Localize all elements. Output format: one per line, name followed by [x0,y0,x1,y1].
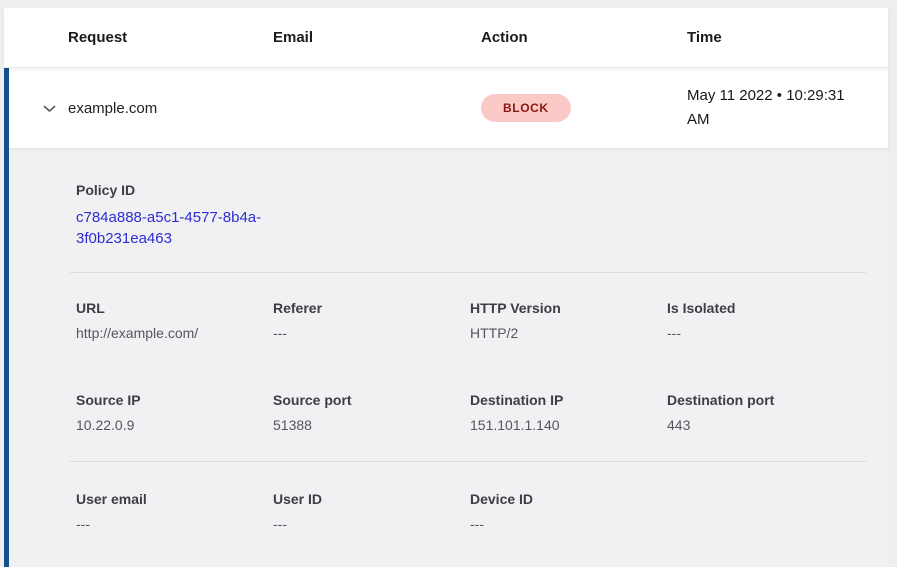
column-header-email: Email [273,29,481,46]
source-ip-field: Source IP 10.22.0.9 [76,392,273,433]
table-row[interactable]: example.com BLOCK May 11 2022 • 10:29:31… [9,68,888,148]
field-value: http://example.com/ [76,325,273,341]
column-header-action: Action [481,29,687,46]
field-value: --- [273,325,470,341]
chevron-down-icon [41,100,58,117]
field-value: 51388 [273,417,470,433]
collapse-toggle[interactable] [9,100,68,117]
field-label: URL [76,300,273,316]
row-request-value: example.com [68,100,273,117]
field-value: --- [273,516,470,532]
details-grid-row-2: Source IP 10.22.0.9 Source port 51388 De… [76,392,866,433]
table-header: Request Email Action Time [4,8,888,68]
field-value: 10.22.0.9 [76,417,273,433]
field-label: Source IP [76,392,273,408]
http-version-field: HTTP Version HTTP/2 [470,300,667,341]
field-value: --- [76,516,273,532]
field-label: User ID [273,491,470,507]
details-grid-row-3: User email --- User ID --- Device ID --- [76,491,866,532]
user-id-field: User ID --- [273,491,470,532]
field-value: --- [667,325,866,341]
field-value: --- [470,516,667,532]
destination-ip-field: Destination IP 151.101.1.140 [470,392,667,433]
block-status-badge: BLOCK [481,94,571,122]
log-table-card: Request Email Action Time example.com BL… [4,8,888,567]
destination-port-field: Destination port 443 [667,392,866,433]
field-label: HTTP Version [470,300,667,316]
source-port-field: Source port 51388 [273,392,470,433]
expanded-row-container: example.com BLOCK May 11 2022 • 10:29:31… [4,68,888,567]
field-label: Device ID [470,491,667,507]
section-divider [70,461,866,462]
device-id-field: Device ID --- [470,491,667,532]
policy-id-label: Policy ID [76,182,866,198]
policy-id-field: Policy ID c784a888-a5c1-4577-8b4a-3f0b23… [76,182,866,249]
referer-field: Referer --- [273,300,470,341]
is-isolated-field: Is Isolated --- [667,300,866,341]
empty-cell [667,491,866,532]
row-action-cell: BLOCK [481,94,687,122]
column-header-request: Request [68,29,273,46]
field-label: Destination port [667,392,866,408]
details-grid-row-1: URL http://example.com/ Referer --- HTTP… [76,300,866,341]
field-label: Is Isolated [667,300,866,316]
user-email-field: User email --- [76,491,273,532]
section-divider [70,272,866,273]
field-label: Destination IP [470,392,667,408]
field-value: 151.101.1.140 [470,417,667,433]
field-label: Referer [273,300,470,316]
field-label: User email [76,491,273,507]
field-label: Source port [273,392,470,408]
column-header-time: Time [687,29,888,46]
field-value: 443 [667,417,866,433]
row-time-value: May 11 2022 • 10:29:31 AM [687,84,888,132]
row-details-panel: Policy ID c784a888-a5c1-4577-8b4a-3f0b23… [9,148,888,567]
url-field: URL http://example.com/ [76,300,273,341]
policy-id-link[interactable]: c784a888-a5c1-4577-8b4a-3f0b231ea463 [76,207,271,249]
field-value: HTTP/2 [470,325,667,341]
